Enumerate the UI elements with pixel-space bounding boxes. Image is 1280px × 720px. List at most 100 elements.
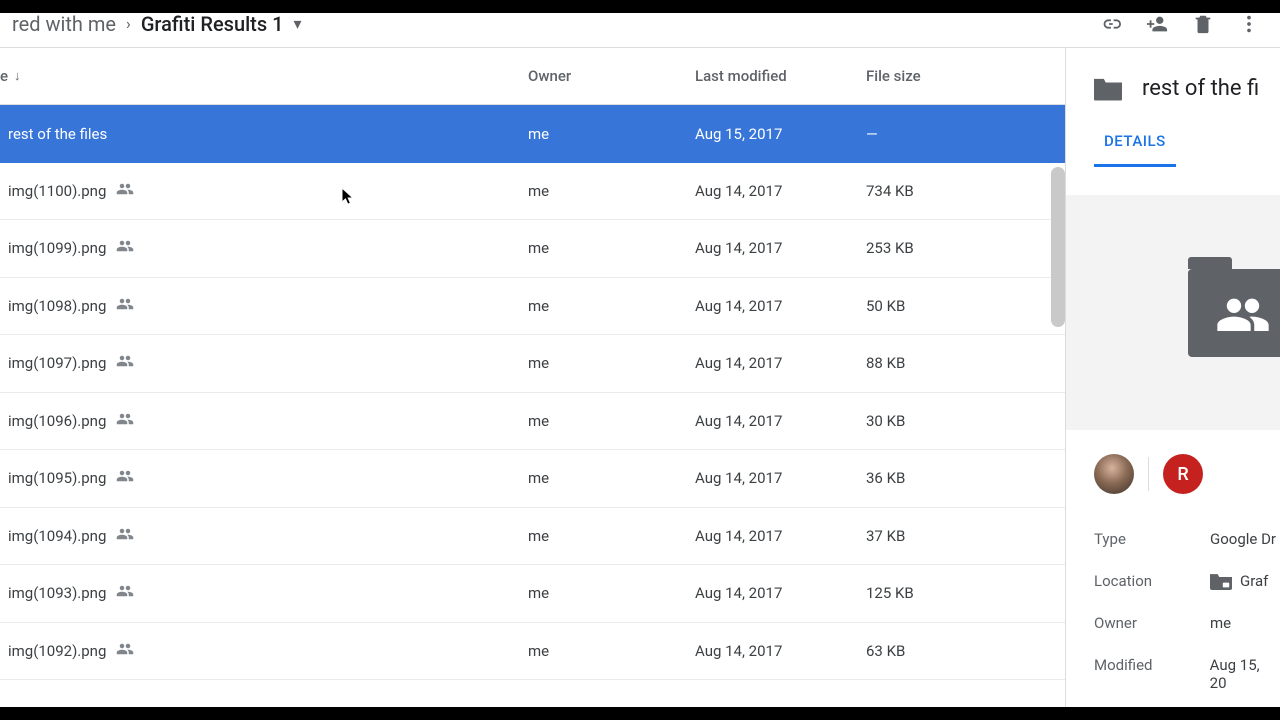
cell-owner: me bbox=[528, 297, 695, 315]
file-name: img(1094).png bbox=[8, 527, 106, 545]
cell-modified: Aug 15, 2017 bbox=[695, 125, 866, 143]
file-name: rest of the files bbox=[8, 125, 107, 143]
shared-icon bbox=[116, 295, 134, 317]
table-row[interactable]: img(1094).pngmeAug 14, 201737 KB bbox=[0, 508, 1065, 566]
chevron-right-icon: › bbox=[126, 14, 131, 33]
file-name: img(1095).png bbox=[8, 469, 106, 487]
cursor-icon bbox=[341, 187, 355, 207]
table-row[interactable]: img(1093).pngmeAug 14, 2017125 KB bbox=[0, 565, 1065, 623]
cell-size: 36 KB bbox=[866, 469, 1065, 487]
cell-name: img(1097).png bbox=[0, 352, 528, 374]
meta-type: Type Google Dr bbox=[1094, 518, 1280, 560]
meta-label: Type bbox=[1094, 530, 1210, 548]
cell-name: img(1098).png bbox=[0, 295, 528, 317]
details-panel: rest of the fi DETAILS R Type Google Dr … bbox=[1066, 48, 1280, 720]
column-size[interactable]: File size bbox=[866, 67, 1065, 85]
breadcrumb-current[interactable]: Grafiti Results 1 bbox=[141, 12, 284, 36]
tab-details[interactable]: DETAILS bbox=[1094, 132, 1176, 167]
details-tabs: DETAILS bbox=[1066, 131, 1280, 167]
table-row[interactable]: img(1100).pngmeAug 14, 2017734 KB bbox=[0, 163, 1065, 221]
cell-owner: me bbox=[528, 584, 695, 602]
meta-location: Location Graf bbox=[1094, 560, 1280, 602]
column-modified[interactable]: Last modified bbox=[695, 67, 866, 85]
table-row[interactable]: img(1096).pngmeAug 14, 201730 KB bbox=[0, 393, 1065, 451]
file-name: img(1097).png bbox=[8, 354, 106, 372]
meta-value: Aug 15, 20 bbox=[1210, 656, 1280, 692]
table-row[interactable]: img(1095).png meAug 14, 201736 KB bbox=[0, 450, 1065, 508]
scrollbar[interactable] bbox=[1051, 167, 1065, 327]
cell-modified: Aug 14, 2017 bbox=[695, 469, 866, 487]
cell-owner: me bbox=[528, 125, 695, 143]
shared-folder-chip-icon bbox=[1210, 572, 1232, 590]
meta-modified: Modified Aug 15, 20 bbox=[1094, 644, 1280, 704]
shared-icon bbox=[116, 237, 134, 259]
table-row[interactable]: img(1098).pngmeAug 14, 201750 KB bbox=[0, 278, 1065, 336]
cell-modified: Aug 14, 2017 bbox=[695, 527, 866, 545]
cell-size: 88 KB bbox=[866, 354, 1065, 372]
meta-value[interactable]: Graf bbox=[1210, 572, 1268, 590]
cell-size: 253 KB bbox=[866, 239, 1065, 257]
sort-down-icon: ↓ bbox=[14, 68, 21, 84]
breadcrumb: red with me › Grafiti Results 1 ▾ bbox=[12, 12, 302, 36]
cell-name: img(1099).png bbox=[0, 237, 528, 259]
cell-size: 125 KB bbox=[866, 584, 1065, 602]
shared-icon bbox=[116, 582, 134, 604]
meta-value: Google Dr bbox=[1210, 530, 1276, 548]
cell-owner: me bbox=[528, 182, 695, 200]
letterbox-bottom bbox=[0, 707, 1280, 720]
cell-name: img(1096).png bbox=[0, 410, 528, 432]
shared-icon bbox=[116, 640, 134, 662]
file-name: img(1099).png bbox=[8, 239, 106, 257]
sharing-avatars: R bbox=[1066, 430, 1280, 508]
shared-icon bbox=[116, 410, 134, 432]
cell-name: img(1093).png bbox=[0, 582, 528, 604]
shared-icon bbox=[116, 180, 134, 202]
breadcrumb-prev[interactable]: red with me bbox=[12, 12, 116, 36]
cell-size: 50 KB bbox=[866, 297, 1065, 315]
cell-size: — bbox=[866, 125, 1065, 143]
folder-icon bbox=[1094, 77, 1122, 101]
table-row[interactable]: rest of the files meAug 15, 2017— bbox=[0, 105, 1065, 163]
add-person-icon[interactable] bbox=[1146, 13, 1168, 35]
cell-owner: me bbox=[528, 239, 695, 257]
avatar[interactable]: R bbox=[1163, 454, 1203, 494]
cell-modified: Aug 14, 2017 bbox=[695, 354, 866, 372]
cell-name: img(1092).png bbox=[0, 640, 528, 662]
shared-folder-icon bbox=[1188, 269, 1280, 357]
cell-name: img(1094).png bbox=[0, 525, 528, 547]
file-list-panel: e ↓ Owner Last modified File size rest o… bbox=[0, 48, 1065, 720]
table-row[interactable]: img(1099).png meAug 14, 2017253 KB bbox=[0, 220, 1065, 278]
cell-name: rest of the files bbox=[0, 125, 528, 143]
cell-name: img(1095).png bbox=[0, 467, 528, 489]
table-row[interactable]: img(1092).pngmeAug 14, 201763 KB bbox=[0, 623, 1065, 681]
link-icon[interactable] bbox=[1100, 13, 1122, 35]
avatar[interactable] bbox=[1094, 454, 1134, 494]
table-row[interactable]: img(1097).png meAug 14, 201788 KB bbox=[0, 335, 1065, 393]
cell-owner: me bbox=[528, 354, 695, 372]
header-actions bbox=[1100, 13, 1268, 35]
cell-modified: Aug 14, 2017 bbox=[695, 239, 866, 257]
meta-value: me bbox=[1210, 614, 1231, 632]
file-name: img(1093).png bbox=[8, 584, 106, 602]
meta-label: Owner bbox=[1094, 614, 1210, 632]
letterbox-top bbox=[0, 0, 1280, 13]
cell-size: 734 KB bbox=[866, 182, 1065, 200]
cell-size: 30 KB bbox=[866, 412, 1065, 430]
column-headers: e ↓ Owner Last modified File size bbox=[0, 48, 1065, 105]
meta-label: Location bbox=[1094, 572, 1210, 590]
column-owner[interactable]: Owner bbox=[528, 67, 695, 85]
cell-owner: me bbox=[528, 469, 695, 487]
meta-owner: Owner me bbox=[1094, 602, 1280, 644]
cell-name: img(1100).png bbox=[0, 180, 528, 202]
file-list: rest of the filesmeAug 15, 2017—img(1100… bbox=[0, 105, 1065, 680]
trash-icon[interactable] bbox=[1192, 13, 1214, 35]
chevron-down-icon[interactable]: ▾ bbox=[293, 14, 301, 33]
details-preview bbox=[1066, 195, 1280, 430]
more-icon[interactable] bbox=[1238, 13, 1260, 35]
cell-modified: Aug 14, 2017 bbox=[695, 182, 866, 200]
cell-owner: me bbox=[528, 527, 695, 545]
column-name[interactable]: e ↓ bbox=[0, 67, 528, 85]
details-title: rest of the fi bbox=[1142, 76, 1259, 101]
shared-icon bbox=[116, 467, 134, 489]
details-metadata: Type Google Dr Location Graf Owner me Mo… bbox=[1066, 508, 1280, 704]
